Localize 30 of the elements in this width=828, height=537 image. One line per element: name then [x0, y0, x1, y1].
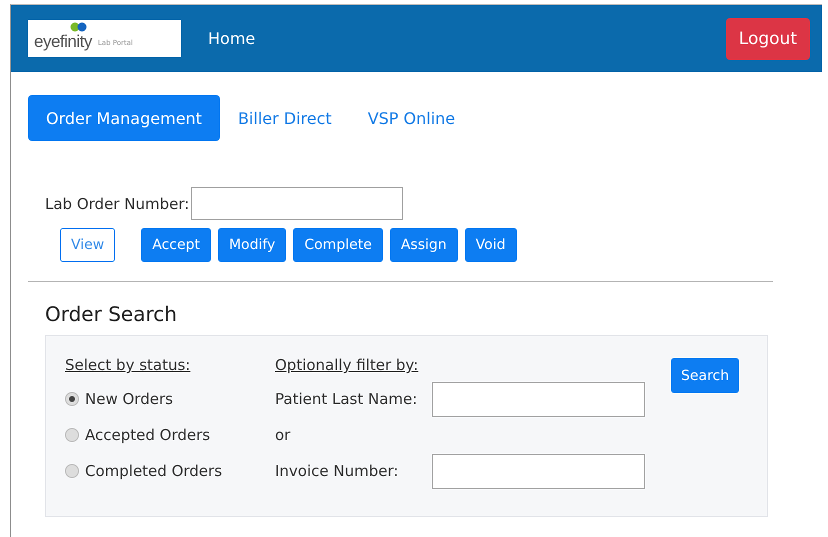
action-button[interactable]: View — [60, 228, 116, 262]
filter-field[interactable] — [432, 382, 645, 416]
column-heading: Select by status: — [65, 355, 192, 376]
radio-label: New Orders — [85, 390, 173, 408]
nav-tab[interactable]: Order Management — [28, 95, 220, 141]
radio-button[interactable] — [65, 392, 79, 406]
field-label: Patient Last Name: — [275, 390, 418, 408]
order-number-field[interactable] — [191, 187, 404, 220]
nav-link[interactable]: Home — [208, 29, 256, 48]
separator-text: or — [275, 426, 290, 444]
logo-brand: eyefinity — [34, 33, 92, 50]
action-button[interactable]: Assign — [390, 228, 458, 262]
section-heading: Order Search — [45, 302, 178, 326]
logout-button[interactable]: Logout — [726, 18, 810, 60]
action-button[interactable]: Modify — [218, 228, 286, 262]
filter-field[interactable] — [432, 454, 645, 488]
search-button[interactable]: Search — [671, 358, 740, 393]
dots-icon — [70, 22, 88, 32]
column-heading: Optionally filter by: — [275, 355, 420, 376]
radio-button[interactable] — [65, 464, 79, 478]
action-button[interactable]: Accept — [141, 228, 211, 262]
radio-button[interactable] — [65, 428, 79, 442]
radio-label: Accepted Orders — [85, 426, 210, 444]
field-label: Invoice Number: — [275, 462, 400, 480]
radio-label: Completed Orders — [85, 462, 222, 480]
nav-tab[interactable]: Biller Direct — [220, 95, 350, 141]
nav-tab[interactable]: VSP Online — [350, 95, 474, 141]
field-label: Lab Order Number: — [45, 194, 190, 212]
action-button[interactable]: Void — [464, 228, 516, 262]
action-button[interactable]: Complete — [293, 228, 383, 262]
